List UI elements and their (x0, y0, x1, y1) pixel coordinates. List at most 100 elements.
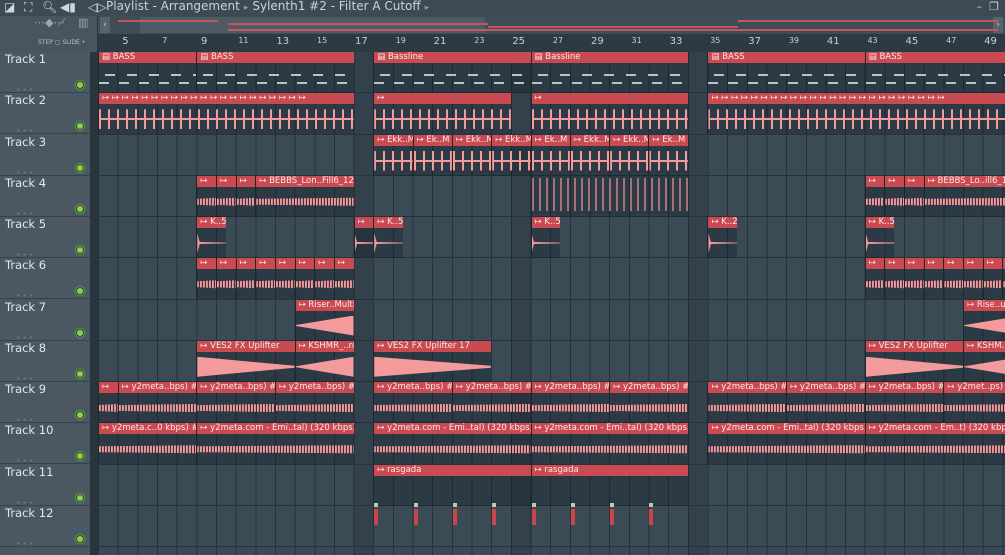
clip-header[interactable]: ↦ y2meta.com - Emi..tal) (320 kbps) #2 (197, 423, 354, 435)
step-toggle[interactable]: ▢ (55, 39, 61, 46)
clip[interactable]: ↦ Ek..M (648, 134, 688, 176)
track-mute-led[interactable] (76, 411, 84, 419)
automation-point[interactable] (649, 502, 654, 525)
clip[interactable]: ↦ (373, 93, 511, 135)
clip[interactable]: ↦ y2meta..bps) #3 (373, 382, 452, 423)
track-header[interactable]: Track 6 • • • (0, 258, 90, 300)
track-mute-led[interactable] (76, 204, 84, 213)
clip-header[interactable]: ↦ (983, 258, 1003, 270)
automation-handle[interactable] (492, 502, 497, 507)
clip[interactable]: ↦ Ekk..M (451, 134, 492, 176)
clip[interactable]: ↦ (314, 258, 334, 300)
clip-header[interactable]: ▤ Bassline (531, 52, 688, 63)
clip[interactable]: ↦ y2meta..bps) #3 (196, 382, 275, 423)
clip-header[interactable]: ↦ y2meta..bps) #3 (452, 382, 531, 393)
clip-header[interactable]: ↦ y2meta..bps) #3 (865, 382, 944, 393)
clip-header[interactable]: ↦ (374, 93, 511, 105)
clip[interactable]: ↦ (864, 258, 885, 300)
clip[interactable]: ▤ Bassline (530, 52, 688, 93)
track-header[interactable]: Track 8 • • • (0, 340, 90, 383)
track-mute-led[interactable] (76, 328, 84, 337)
clip-header[interactable]: ↦ (275, 258, 295, 270)
zoom-icon[interactable]: 🔍︎ (42, 0, 57, 14)
automation-point[interactable] (413, 502, 418, 525)
clip[interactable]: ↦ (923, 258, 944, 300)
piano-icon[interactable]: ▥ (78, 16, 88, 29)
track-header[interactable]: Track 5 • • • (0, 217, 90, 259)
track-mute-led[interactable] (76, 287, 84, 296)
minimize-button[interactable]: – (977, 0, 983, 13)
track-header[interactable]: Track 12 • • • (0, 505, 90, 548)
clip[interactable]: ↦ (333, 258, 354, 300)
automation-handle[interactable] (649, 502, 654, 507)
clip-header[interactable]: ↦ Ekk..M (610, 134, 649, 146)
clip[interactable] (530, 175, 688, 217)
clip-header[interactable]: ↦ VES2 FX Uplifter 17 (374, 340, 492, 352)
clip-header[interactable]: ↦ (197, 175, 216, 187)
clip[interactable]: ↦ y2meta.com - Emi..tal) (320 kbps) #2 (196, 423, 354, 465)
clip[interactable]: ↦ Ekk..M (373, 134, 413, 176)
clip-header[interactable]: ↦ KSHM..op_01 (964, 340, 1005, 352)
clip-header[interactable]: ↦ BEBBS_Lo..ill6_123 (924, 175, 1005, 187)
track-header[interactable]: Track 3 • • • (0, 134, 90, 177)
clip[interactable]: ↦ (904, 258, 924, 300)
clip-header[interactable]: ↦ ↦ ↦ ↦ ↦ ↦ ↦ ↦ ↦ ↦ ↦ ↦ ↦ ↦ ↦ ↦ ↦ ↦ ↦ ↦ … (99, 93, 354, 105)
clip[interactable]: ↦ Rise..ulti (963, 299, 1005, 341)
clip[interactable]: ↦ (353, 217, 374, 258)
clip-header[interactable]: ▤ BASS (865, 52, 1005, 63)
track-mute-led[interactable] (76, 163, 84, 172)
clip-header[interactable]: ↦ (885, 175, 905, 187)
track-header[interactable]: Track 11 • • • (0, 464, 90, 507)
clip-header[interactable]: ▤ BASS (197, 52, 354, 63)
clip-header[interactable]: ↦ y2meta..bps) #3 (275, 382, 354, 393)
clip-header[interactable]: ▤ BASS (708, 52, 865, 63)
track-name[interactable]: Track 5 (5, 217, 46, 231)
clip[interactable]: ↦ BEBBS_Lon..Fill6_123 (255, 175, 354, 217)
clip[interactable]: ↦ (943, 258, 964, 300)
clip[interactable]: ↦ (294, 258, 315, 300)
overview-scrollbar[interactable]: ‹ › (98, 16, 1005, 34)
clip[interactable]: ↦ (235, 258, 256, 300)
automation-point[interactable] (374, 502, 379, 525)
clip[interactable]: ↦ y2meta..bps) #3 (451, 382, 531, 423)
clip[interactable]: ↦ y2met..ps) #3 (943, 382, 1005, 423)
clip[interactable]: ↦ (884, 175, 905, 217)
track-mute-led[interactable] (76, 122, 84, 131)
clip[interactable]: ▤ Bassline (373, 52, 531, 93)
track-header[interactable]: Track 9 • • • (0, 382, 90, 424)
slide-toggle[interactable]: • (82, 39, 86, 46)
clip-header[interactable]: ↦ (865, 258, 885, 270)
clip-header[interactable]: ↦ (964, 258, 983, 270)
track-name[interactable]: Track 4 (5, 176, 46, 190)
automation-handle[interactable] (531, 502, 536, 507)
clip[interactable]: ↦ K..2 (707, 217, 737, 258)
clip-header[interactable]: ↦ (531, 93, 688, 105)
track-name[interactable]: Track 12 (5, 506, 53, 520)
clip[interactable]: ↦ (904, 175, 924, 217)
track-mute-led[interactable] (76, 369, 84, 378)
clip[interactable]: ↦ K..5 (196, 217, 226, 258)
clip[interactable]: ↦ Ekk..M (569, 134, 610, 176)
clip-header[interactable]: ↦ Ekk..M (570, 134, 610, 146)
clip-header[interactable]: ↦ KSHMR_..rop_01 (295, 340, 354, 352)
automation-handle[interactable] (570, 502, 575, 507)
clip-header[interactable]: ↦ y2meta..bps) #3 (531, 382, 610, 393)
clip-header[interactable]: ↦ (236, 258, 256, 270)
clip-header[interactable]: ↦ (236, 175, 256, 187)
clip-header[interactable]: ▤ Bassline (374, 52, 531, 63)
clip-header[interactable]: ↦ K..5 (197, 217, 226, 228)
clip[interactable]: ▤ BASS (196, 52, 354, 93)
clip[interactable]: ↦ (530, 93, 688, 135)
playlist-grid[interactable]: ▤ BASS ▤ BASS ▤ Bassline ▤ Bassline ▤ BASS ▤ … (98, 52, 1005, 555)
clip[interactable]: ↦ y2meta.com - Emi..tal) (320 kbps) #2 (707, 423, 865, 465)
clip[interactable]: ↦ VES2 FX Uplifter 17 (373, 340, 492, 382)
clip[interactable]: ↦ y2meta..bps) #3 (707, 382, 787, 423)
clip-header[interactable]: ↦ (197, 258, 216, 270)
clip[interactable]: ↦ (274, 258, 295, 300)
track-header[interactable]: Track 7 • • • (0, 299, 90, 342)
clip-header[interactable]: ↦ VES2 FX Uplifter (865, 340, 964, 352)
track-header[interactable]: Track 1 • • • (0, 52, 90, 94)
track-grip[interactable]: • • • (16, 540, 33, 548)
clip[interactable]: ↦ (196, 175, 216, 217)
clip-header[interactable]: ↦ y2meta..bps) #3 (787, 382, 865, 393)
